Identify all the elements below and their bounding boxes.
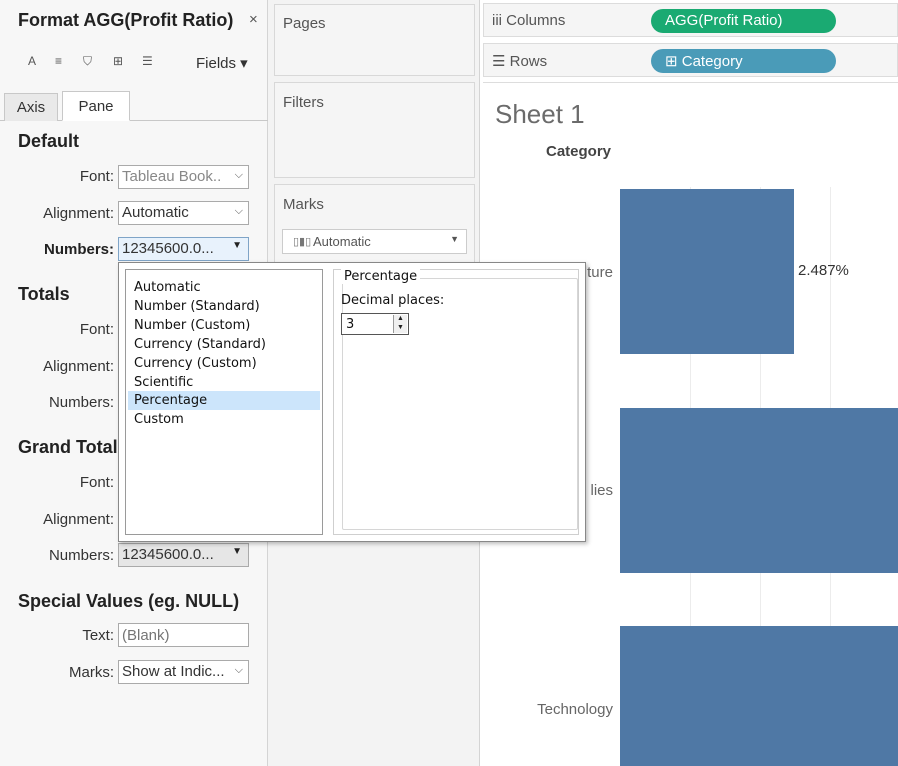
totals-font-label: Font: — [79, 321, 114, 338]
number-format-list[interactable]: Automatic Number (Standard) Number (Cust… — [125, 269, 323, 535]
special-values-heading: Special Values (eg. NULL) — [18, 591, 240, 611]
grand-totals-numbers-dropdown[interactable]: 12345600.0... ▼ — [118, 543, 249, 567]
row-label-technology[interactable]: Technology — [483, 701, 613, 718]
bar-office-supplies[interactable] — [620, 408, 898, 573]
sheet-title[interactable]: Sheet 1 — [495, 99, 585, 130]
pages-shelf-title: Pages — [283, 15, 326, 32]
format-option-number-custom[interactable]: Number (Custom) — [128, 316, 320, 335]
borders-icon[interactable]: ⊞ — [113, 54, 123, 68]
columns-icon: iii — [492, 12, 502, 29]
default-alignment-dropdown[interactable]: Automatic ⌵ — [118, 201, 249, 225]
rows-pill[interactable]: ⊞ Category — [651, 49, 836, 73]
caret-down-icon: ▼ — [450, 234, 459, 244]
font-icon[interactable]: A — [28, 54, 36, 68]
bar-technology[interactable] — [620, 626, 898, 766]
columns-pill[interactable]: AGG(Profit Ratio) — [651, 9, 836, 33]
tab-axis[interactable]: Axis — [4, 93, 58, 121]
totals-heading: Totals — [18, 284, 70, 304]
special-marks-value: Show at Indic... — [122, 663, 225, 680]
rows-label-text: Rows — [509, 53, 548, 70]
default-alignment-value: Automatic — [122, 204, 189, 221]
special-marks-label: Marks: — [69, 664, 114, 681]
format-panel-title: Format AGG(Profit Ratio) — [18, 10, 234, 30]
grand-totals-alignment-label: Alignment: — [43, 511, 114, 528]
fields-dropdown[interactable]: Fields ▾ — [196, 54, 248, 72]
filters-shelf[interactable]: Filters — [274, 82, 475, 178]
decimal-places-value[interactable]: 3 — [346, 317, 354, 332]
default-font-label: Font: — [79, 168, 114, 185]
chevron-down-icon: ⌵ — [234, 205, 243, 217]
close-icon[interactable]: × — [249, 11, 258, 28]
default-heading: Default — [18, 131, 80, 151]
bar-value-label: 2.487% — [798, 262, 849, 279]
stepper-up-icon[interactable]: ▲ — [397, 315, 404, 322]
default-numbers-value: 12345600.0... — [122, 240, 214, 257]
marks-type-dropdown[interactable]: ▯▮▯ Automatic ▼ — [282, 229, 467, 254]
rows-icon: ☰ — [492, 53, 506, 70]
pages-shelf[interactable]: Pages — [274, 4, 475, 76]
format-option-number-standard[interactable]: Number (Standard) — [128, 297, 320, 316]
format-option-automatic[interactable]: Automatic — [128, 278, 320, 297]
grand-totals-numbers-value: 12345600.0... — [122, 546, 214, 563]
caret-down-icon: ▼ — [232, 546, 242, 557]
chevron-down-icon: ⌵ — [234, 664, 243, 676]
totals-alignment-label: Alignment: — [43, 358, 114, 375]
marks-card-title: Marks — [283, 196, 324, 213]
special-marks-dropdown[interactable]: Show at Indic... ⌵ — [118, 660, 249, 684]
decimal-places-stepper[interactable]: 3 ▲ ▼ — [341, 313, 409, 335]
format-tabs: Axis Pane — [0, 91, 268, 121]
decimal-places-label: Decimal places: — [341, 293, 445, 308]
default-alignment-label: Alignment: — [43, 205, 114, 222]
stepper-buttons[interactable]: ▲ ▼ — [393, 315, 407, 333]
category-header[interactable]: Category — [546, 143, 611, 160]
default-font-value: Tableau Book.. — [122, 168, 222, 185]
format-option-custom[interactable]: Custom — [128, 410, 320, 429]
alignment-icon[interactable]: ≡ — [55, 54, 62, 68]
chevron-down-icon: ⌵ — [234, 169, 243, 181]
default-numbers-label: Numbers: — [43, 241, 114, 258]
rows-shelf-label: ☰ Rows — [492, 52, 547, 70]
format-settings-panel — [333, 269, 579, 535]
rows-shelf[interactable]: ☰ Rows ⊞ Category — [483, 43, 898, 77]
number-format-popup: Automatic Number (Standard) Number (Cust… — [118, 262, 586, 542]
tab-pane[interactable]: Pane — [62, 91, 130, 121]
totals-numbers-label: Numbers: — [48, 394, 114, 411]
percentage-group-title: Percentage — [341, 269, 421, 284]
bar-furniture[interactable] — [620, 189, 794, 354]
default-font-dropdown[interactable]: Tableau Book.. ⌵ — [118, 165, 249, 189]
columns-shelf-label: iii Columns — [492, 12, 565, 29]
grand-totals-font-label: Font: — [79, 474, 114, 491]
format-option-scientific[interactable]: Scientific — [128, 373, 320, 392]
columns-label-text: Columns — [506, 12, 566, 29]
grand-totals-numbers-label: Numbers: — [48, 547, 114, 564]
format-option-currency-custom[interactable]: Currency (Custom) — [128, 354, 320, 373]
special-text-input[interactable] — [118, 623, 249, 647]
marks-type-value: Automatic — [313, 234, 371, 249]
grand-totals-heading: Grand Total — [18, 437, 118, 457]
default-numbers-dropdown[interactable]: 12345600.0... ▼ — [118, 237, 249, 261]
shading-icon[interactable]: ⛉ — [83, 54, 92, 69]
caret-down-icon: ▼ — [232, 240, 242, 251]
bar-chart-icon: ▯▮▯ — [293, 236, 312, 248]
lines-icon[interactable]: ☰ — [142, 54, 153, 68]
stepper-down-icon[interactable]: ▼ — [397, 324, 404, 331]
format-option-percentage[interactable]: Percentage — [128, 391, 320, 410]
columns-shelf[interactable]: iii Columns AGG(Profit Ratio) — [483, 3, 898, 37]
special-text-label: Text: — [82, 627, 114, 644]
filters-shelf-title: Filters — [283, 94, 324, 111]
format-option-currency-standard[interactable]: Currency (Standard) — [128, 335, 320, 354]
